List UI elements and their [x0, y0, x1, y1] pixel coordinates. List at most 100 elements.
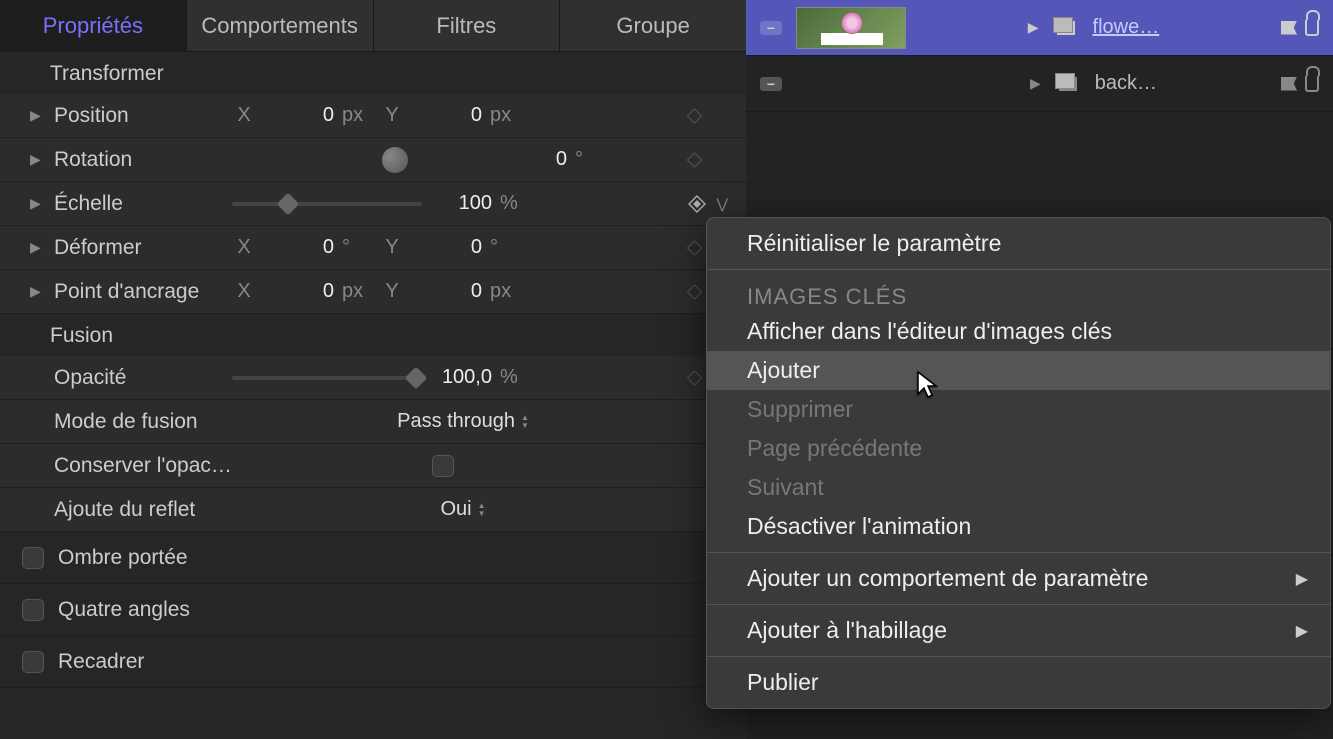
menu-separator: [707, 656, 1330, 657]
tab-group[interactable]: Groupe: [560, 0, 746, 52]
menu-reset-parameter[interactable]: Réinitialiser le paramètre: [707, 224, 1330, 263]
row-blend-mode: ▶ Mode de fusion Pass through ▲▼: [0, 400, 746, 444]
menu-add-param-behavior[interactable]: Ajouter un comportement de paramètre▶: [707, 559, 1330, 598]
layer-flower[interactable]: − ▶ flowe…: [746, 0, 1333, 56]
menu-delete-keyframe: Supprimer: [707, 390, 1330, 429]
flag-icon[interactable]: [1281, 77, 1297, 91]
row-crop: Recadrer: [0, 636, 746, 688]
x-label: X: [232, 280, 256, 303]
x-label: X: [232, 236, 256, 259]
cast-reflection-dropdown[interactable]: Oui ▲▼: [232, 498, 734, 521]
lock-icon[interactable]: [1305, 76, 1319, 92]
disclose-triangle-icon[interactable]: ▶: [30, 151, 48, 168]
flag-icon[interactable]: [1281, 21, 1297, 35]
collapse-icon[interactable]: −: [760, 77, 782, 91]
rotation-dial[interactable]: [382, 147, 408, 173]
crop-checkbox[interactable]: [22, 651, 44, 673]
layer-name[interactable]: back…: [1095, 72, 1157, 95]
layer-type-icon: [1057, 21, 1075, 35]
y-label: Y: [380, 280, 404, 303]
row-opacity: ▶ Opacité 100,0 %: [0, 356, 746, 400]
unit-px: px: [342, 280, 372, 303]
animation-menu-button[interactable]: ⋁: [717, 195, 728, 212]
opacity-label: Opacité: [54, 366, 232, 390]
menu-disable-animation[interactable]: Désactiver l'animation: [707, 507, 1330, 546]
anchor-y-field[interactable]: 0: [412, 280, 482, 303]
layer-background[interactable]: − ▶ back…: [746, 56, 1333, 112]
tab-behaviors[interactable]: Comportements: [187, 0, 374, 52]
layer-thumbnail: [796, 7, 906, 49]
row-rotation: ▶ Rotation 0 °: [0, 138, 746, 182]
scale-slider[interactable]: [232, 202, 422, 206]
opacity-field[interactable]: 100,0: [422, 366, 492, 389]
row-anchor: ▶ Point d'ancrage X 0 px Y 0 px: [0, 270, 746, 314]
crop-label: Recadrer: [58, 650, 144, 674]
keyframe-active-icon[interactable]: [688, 195, 706, 213]
keyframe-icon[interactable]: [687, 284, 703, 300]
submenu-arrow-icon: ▶: [1296, 569, 1308, 589]
unit-px: px: [490, 280, 520, 303]
four-corner-checkbox[interactable]: [22, 599, 44, 621]
keyframe-icon[interactable]: [687, 108, 703, 124]
collapse-icon[interactable]: −: [760, 21, 782, 35]
section-blend: Fusion: [0, 314, 746, 356]
row-scale: ▶ Échelle 100 % ⋁: [0, 182, 746, 226]
row-shear: ▶ Déformer X 0 ° Y 0 °: [0, 226, 746, 270]
anchor-label: Point d'ancrage: [54, 280, 232, 304]
unit-deg: °: [490, 236, 520, 259]
lock-icon[interactable]: [1305, 20, 1319, 36]
tab-properties[interactable]: Propriétés: [0, 0, 187, 52]
menu-add-to-rig[interactable]: Ajouter à l'habillage▶: [707, 611, 1330, 650]
menu-separator: [707, 604, 1330, 605]
unit-deg: °: [575, 148, 605, 171]
rotation-field[interactable]: 0: [497, 148, 567, 171]
menu-add-keyframe[interactable]: Ajouter: [707, 351, 1330, 390]
row-cast-reflection: ▶ Ajoute du reflet Oui ▲▼: [0, 488, 746, 532]
preserve-opacity-checkbox[interactable]: [432, 455, 454, 477]
menu-show-keyframe-editor[interactable]: Afficher dans l'éditeur d'images clés: [707, 312, 1330, 351]
y-label: Y: [380, 236, 404, 259]
menu-previous-keyframe: Page précédente: [707, 429, 1330, 468]
unit-deg: °: [342, 236, 372, 259]
y-label: Y: [380, 104, 404, 127]
anchor-x-field[interactable]: 0: [264, 280, 334, 303]
layer-type-icon: [1059, 77, 1077, 91]
unit-pct: %: [500, 366, 530, 389]
inspector-panel: Propriétés Comportements Filtres Groupe …: [0, 0, 746, 739]
inspector-tabs: Propriétés Comportements Filtres Groupe: [0, 0, 746, 52]
row-four-corner: Quatre angles: [0, 584, 746, 636]
tab-filters[interactable]: Filtres: [374, 0, 561, 52]
unit-pct: %: [500, 192, 530, 215]
layer-name[interactable]: flowe…: [1093, 16, 1160, 39]
blend-mode-dropdown[interactable]: Pass through ▲▼: [232, 410, 734, 433]
position-x-field[interactable]: 0: [264, 104, 334, 127]
disclose-triangle-icon[interactable]: ▶: [1030, 75, 1041, 92]
menu-separator: [707, 269, 1330, 270]
shear-y-field[interactable]: 0: [412, 236, 482, 259]
x-label: X: [232, 104, 256, 127]
disclose-triangle-icon[interactable]: ▶: [30, 283, 48, 300]
disclose-triangle-icon[interactable]: ▶: [30, 107, 48, 124]
animation-context-menu: Réinitialiser le paramètre IMAGES CLÉS A…: [706, 217, 1331, 709]
keyframe-icon[interactable]: [687, 240, 703, 256]
drop-shadow-checkbox[interactable]: [22, 547, 44, 569]
shear-x-field[interactable]: 0: [264, 236, 334, 259]
position-y-field[interactable]: 0: [412, 104, 482, 127]
blend-mode-value: Pass through: [397, 410, 515, 433]
scale-label: Échelle: [54, 192, 232, 216]
menu-separator: [707, 552, 1330, 553]
blend-mode-label: Mode de fusion: [54, 410, 232, 434]
unit-px: px: [342, 104, 372, 127]
keyframe-icon[interactable]: [687, 370, 703, 386]
preserve-opacity-label: Conserver l'opac…: [54, 454, 232, 478]
drop-shadow-label: Ombre portée: [58, 546, 188, 570]
row-position: ▶ Position X 0 px Y 0 px: [0, 94, 746, 138]
disclose-triangle-icon[interactable]: ▶: [1028, 19, 1039, 36]
opacity-slider[interactable]: [232, 376, 422, 380]
scale-field[interactable]: 100: [422, 192, 492, 215]
cast-reflection-label: Ajoute du reflet: [54, 498, 232, 522]
menu-publish[interactable]: Publier: [707, 663, 1330, 702]
menu-section-keyframes: IMAGES CLÉS: [707, 276, 1330, 312]
disclose-triangle-icon[interactable]: ▶: [30, 195, 48, 212]
disclose-triangle-icon[interactable]: ▶: [30, 239, 48, 256]
